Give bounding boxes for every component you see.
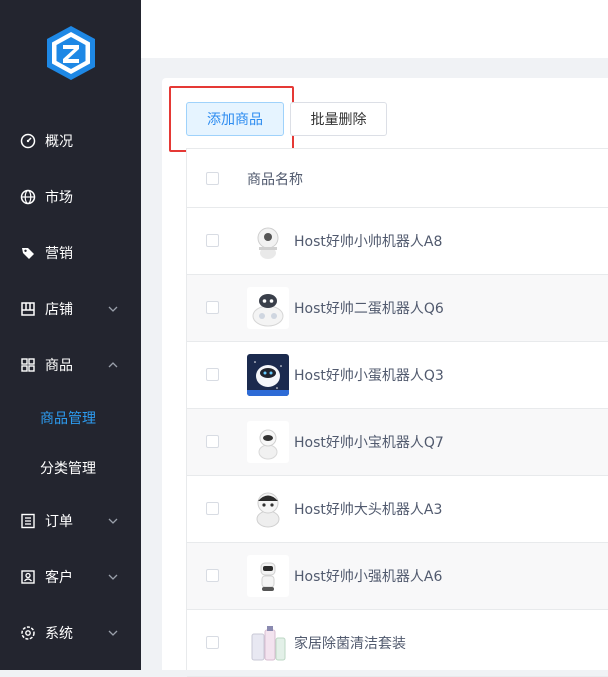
row-checkbox[interactable] (206, 368, 219, 381)
nav-label: 系统 (45, 626, 73, 642)
product-name: Host好帅小帅机器人A8 (294, 234, 443, 250)
nav-item-system[interactable]: 系统 (0, 613, 141, 653)
product-table: 商品名称 Host好帅小帅机器人A8 Host好帅二蛋机器人Q6 Host好帅小… (186, 148, 608, 677)
row-checkbox[interactable] (206, 435, 219, 448)
table-row[interactable]: Host好帅小宝机器人Q7 (187, 409, 608, 476)
sub-item-category-management[interactable]: 分类管理 (0, 448, 141, 488)
table-row[interactable]: 家居除菌清洁套装 (187, 610, 608, 677)
nav-label: 商品 (45, 358, 73, 374)
product-name: Host好帅小蛋机器人Q3 (294, 368, 444, 384)
row-checkbox[interactable] (206, 502, 219, 515)
row-checkbox[interactable] (206, 569, 219, 582)
nav-item-orders[interactable]: 订单 (0, 501, 141, 541)
table-row[interactable]: Host好帅小帅机器人A8 (187, 208, 608, 275)
robot-q6-thumbnail (247, 287, 289, 329)
robot-a6-thumbnail (247, 555, 289, 597)
order-list-icon (20, 513, 36, 529)
table-row[interactable]: Host好帅小强机器人A6 (187, 543, 608, 610)
nav-item-marketing[interactable]: 营销 (0, 233, 141, 273)
grid-icon (20, 357, 36, 373)
chevron-down-icon (108, 306, 118, 312)
nav-label: 订单 (45, 514, 73, 530)
nav-item-market[interactable]: 市场 (0, 177, 141, 217)
row-checkbox[interactable] (206, 301, 219, 314)
nav-label: 概况 (45, 134, 73, 150)
customer-icon (20, 569, 36, 585)
nav-item-store[interactable]: 店铺 (0, 289, 141, 329)
robot-a8-thumbnail (247, 220, 289, 262)
product-name: 家居除菌清洁套装 (294, 636, 406, 652)
chevron-down-icon (108, 574, 118, 580)
sub-item-product-management[interactable]: 商品管理 (0, 398, 141, 438)
nav-item-overview[interactable]: 概况 (0, 121, 141, 161)
table-row[interactable]: Host好帅大头机器人A3 (187, 476, 608, 543)
sidebar: 概况 市场 营销 店铺 商品 商品管理 分类管理 订单 客户 系统 (0, 0, 141, 670)
sub-item-label: 分类管理 (40, 461, 96, 477)
table-row[interactable]: Host好帅小蛋机器人Q3 (187, 342, 608, 409)
sub-item-label: 商品管理 (40, 411, 96, 427)
table-header: 商品名称 (187, 148, 608, 208)
robot-q3-thumbnail (247, 354, 289, 396)
cleaning-kit-thumbnail (247, 622, 289, 664)
table-row[interactable]: Host好帅二蛋机器人Q6 (187, 275, 608, 342)
batch-delete-button[interactable]: 批量删除 (290, 102, 387, 136)
nav-item-customers[interactable]: 客户 (0, 557, 141, 597)
settings-icon (20, 625, 36, 641)
chevron-down-icon (108, 518, 118, 524)
robot-a3-thumbnail (247, 488, 289, 530)
chevron-up-icon (108, 362, 118, 368)
store-icon (20, 301, 36, 317)
tag-icon (20, 245, 36, 261)
product-name: Host好帅小强机器人A6 (294, 569, 443, 585)
product-name: Host好帅二蛋机器人Q6 (294, 301, 444, 317)
nav-label: 店铺 (45, 302, 73, 318)
globe-icon (20, 189, 36, 205)
select-all-checkbox[interactable] (206, 172, 219, 185)
nav-label: 客户 (45, 570, 73, 586)
add-product-button[interactable]: 添加商品 (186, 102, 284, 136)
dashboard-icon (20, 133, 36, 149)
row-checkbox[interactable] (206, 636, 219, 649)
product-name: Host好帅小宝机器人Q7 (294, 435, 444, 451)
app-logo-icon (47, 26, 95, 80)
column-header-name: 商品名称 (247, 172, 303, 188)
nav-label: 营销 (45, 246, 73, 262)
nav-item-products[interactable]: 商品 (0, 345, 141, 385)
top-header (141, 0, 608, 58)
product-name: Host好帅大头机器人A3 (294, 502, 443, 518)
row-checkbox[interactable] (206, 234, 219, 247)
robot-q7-thumbnail (247, 421, 289, 463)
chevron-down-icon (108, 630, 118, 636)
nav-label: 市场 (45, 190, 73, 206)
